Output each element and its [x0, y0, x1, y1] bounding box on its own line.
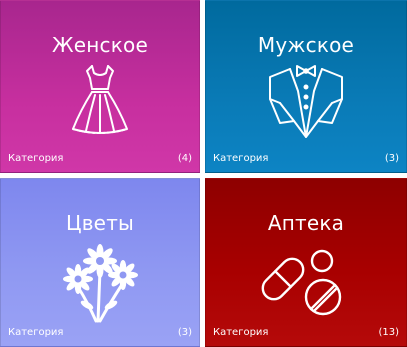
- tile-title: Мужское: [257, 33, 355, 57]
- item-count: (13): [378, 327, 399, 338]
- category-tile-flowers[interactable]: Цветы Категория (3): [0, 178, 200, 347]
- category-label: Категория: [8, 153, 64, 164]
- item-count: (3): [177, 327, 192, 338]
- flowers-icon: [60, 243, 140, 327]
- pills-icon: [261, 245, 351, 321]
- tile-footer: Категория (4): [1, 144, 199, 172]
- tile-footer: Категория (3): [206, 144, 406, 172]
- tile-footer: Категория (3): [1, 318, 199, 346]
- tile-title: Аптека: [267, 211, 345, 235]
- category-tile-men[interactable]: Мужское Категория (3): [205, 0, 407, 173]
- category-label: Категория: [8, 327, 64, 338]
- category-tile-women[interactable]: Женское Категория (4): [0, 0, 200, 173]
- tile-title: Женское: [52, 33, 148, 57]
- category-tile-pharmacy[interactable]: Аптека Категория (13): [205, 178, 407, 347]
- item-count: (4): [177, 153, 192, 164]
- item-count: (3): [384, 153, 399, 164]
- dress-icon: [70, 63, 130, 141]
- tile-title: Цветы: [65, 211, 135, 235]
- tile-footer: Категория (13): [206, 318, 406, 346]
- tuxedo-bowtie-icon: [266, 63, 346, 143]
- category-label: Категория: [213, 327, 269, 338]
- category-grid: Женское Категория (4) Мужское Категория …: [0, 0, 407, 347]
- category-label: Категория: [213, 153, 269, 164]
